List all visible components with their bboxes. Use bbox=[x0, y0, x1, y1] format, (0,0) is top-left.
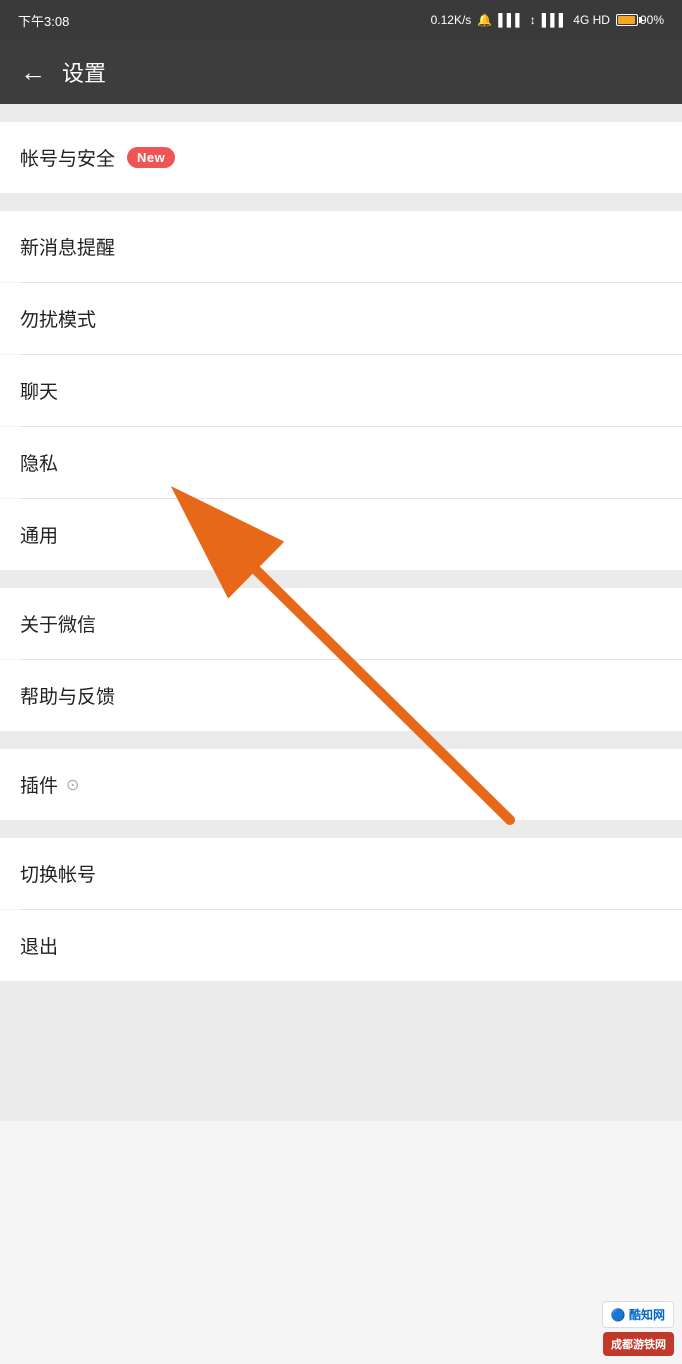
status-time: 下午3:08 bbox=[18, 11, 69, 30]
group-account: 帐号与安全 New bbox=[0, 122, 682, 193]
menu-item-chat[interactable]: 聊天 bbox=[0, 355, 682, 426]
new-badge: New bbox=[127, 147, 175, 168]
battery-indicator: 90% bbox=[616, 13, 664, 27]
signal-icon3: ▌▌▌ bbox=[542, 13, 568, 27]
page-title: 设置 bbox=[62, 56, 106, 88]
menu-item-new-message[interactable]: 新消息提醒 bbox=[0, 211, 682, 282]
plugins-label: 插件 bbox=[20, 771, 58, 798]
logout-label: 退出 bbox=[20, 932, 58, 959]
chat-label: 聊天 bbox=[20, 377, 58, 404]
watermark-area: 🔵 酷知网 成都游铁网 bbox=[594, 1293, 682, 1364]
status-bar: 下午3:08 0.12K/s 🔔 ▌▌▌ ↕ ▌▌▌ 4G HD 90% bbox=[0, 0, 682, 40]
switch-account-label: 切换帐号 bbox=[20, 860, 96, 887]
menu-item-switch-account[interactable]: 切换帐号 bbox=[0, 838, 682, 909]
menu-item-help[interactable]: 帮助与反馈 bbox=[0, 660, 682, 731]
section-divider-bottom bbox=[0, 981, 682, 1121]
notification-icon: 🔔 bbox=[477, 13, 492, 27]
group-notifications: 新消息提醒 勿扰模式 聊天 隐私 通用 bbox=[0, 211, 682, 570]
watermark-logo1: 🔵 酷知网 bbox=[602, 1301, 674, 1328]
menu-item-plugins[interactable]: 插件 ⊙ bbox=[0, 749, 682, 820]
status-right: 0.12K/s 🔔 ▌▌▌ ↕ ▌▌▌ 4G HD 90% bbox=[431, 13, 664, 27]
new-message-label: 新消息提醒 bbox=[20, 233, 115, 260]
network-speed: 0.12K/s bbox=[431, 13, 472, 27]
account-security-label: 帐号与安全 bbox=[20, 144, 115, 171]
signal-icon2: ↕ bbox=[530, 13, 536, 27]
nav-bar: ← 设置 bbox=[0, 40, 682, 104]
group-account-actions: 切换帐号 退出 bbox=[0, 838, 682, 981]
dnd-label: 勿扰模式 bbox=[20, 305, 96, 332]
watermark-logo2: 成都游铁网 bbox=[603, 1332, 674, 1356]
menu-item-dnd[interactable]: 勿扰模式 bbox=[0, 283, 682, 354]
section-divider-2 bbox=[0, 570, 682, 588]
menu-item-privacy[interactable]: 隐私 bbox=[0, 427, 682, 498]
privacy-label: 隐私 bbox=[20, 449, 58, 476]
network-type: 4G HD bbox=[573, 13, 610, 27]
menu-item-account-security[interactable]: 帐号与安全 New bbox=[0, 122, 682, 193]
help-label: 帮助与反馈 bbox=[20, 682, 115, 709]
section-divider-4 bbox=[0, 820, 682, 838]
signal-icon: ▌▌▌ bbox=[498, 13, 524, 27]
back-button[interactable]: ← bbox=[20, 59, 46, 85]
battery-percent: 90% bbox=[640, 13, 664, 27]
section-divider-3 bbox=[0, 731, 682, 749]
menu-item-about[interactable]: 关于微信 bbox=[0, 588, 682, 659]
section-divider-1 bbox=[0, 193, 682, 211]
group-plugins: 插件 ⊙ bbox=[0, 749, 682, 820]
watermark-logo2-text: 成都游铁网 bbox=[611, 1336, 666, 1352]
section-divider-top bbox=[0, 104, 682, 122]
watermark-logo1-text: 🔵 酷知网 bbox=[611, 1306, 665, 1323]
plugin-icon: ⊙ bbox=[66, 775, 79, 795]
menu-item-logout[interactable]: 退出 bbox=[0, 910, 682, 981]
group-about: 关于微信 帮助与反馈 bbox=[0, 588, 682, 731]
menu-item-general[interactable]: 通用 bbox=[0, 499, 682, 570]
about-label: 关于微信 bbox=[20, 610, 96, 637]
general-label: 通用 bbox=[20, 521, 58, 548]
page-wrapper: 下午3:08 0.12K/s 🔔 ▌▌▌ ↕ ▌▌▌ 4G HD 90% ← 设… bbox=[0, 0, 682, 1364]
